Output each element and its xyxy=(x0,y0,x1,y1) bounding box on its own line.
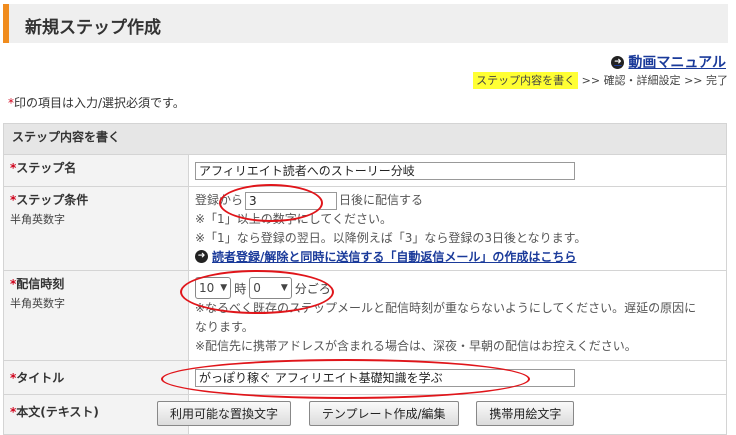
time-note-1: ※なるべく既存のステップメールと配信時刻が重ならないようにしてください。遅延の原… xyxy=(195,301,697,315)
section-title: ステップ内容を書く xyxy=(3,123,727,155)
time-note-2: ※配信先に携帯アドレスが含まれる場合は、深夜・早朝の配信はお控えください。 xyxy=(195,339,637,353)
step-done: 完了 xyxy=(706,74,728,87)
row-step-condition: *ステップ条件 半角英数字 登録から 日後に配信する ※「1」以上の数字にしてく… xyxy=(3,186,727,271)
step-sep: >> xyxy=(581,74,601,87)
chevron-down-icon: ▼ xyxy=(280,283,288,293)
step-name-input[interactable] xyxy=(195,161,575,180)
step-progress: ステップ内容を書く >> 確認・詳細設定 >> 完了 xyxy=(473,72,728,89)
step-confirm: 確認・詳細設定 xyxy=(603,74,681,87)
hour-select[interactable]: 10 ▼ xyxy=(195,277,232,299)
delivery-time-label: 配信時刻 xyxy=(16,277,65,291)
row-title: *タイトル xyxy=(3,360,727,395)
page-header: 新規ステップ作成 xyxy=(3,4,728,43)
replace-chars-button[interactable]: 利用可能な置換文字 xyxy=(157,401,292,426)
body-label: 本文(テキスト) xyxy=(16,405,99,419)
step-form: ステップ内容を書く *ステップ名 *ステップ条件 半角英数字 登録から 日後に配… xyxy=(3,123,727,435)
time-note-1b: なります。 xyxy=(195,320,254,334)
arrow-right-circle-icon: ➜ xyxy=(611,55,625,69)
minute-unit: 分ごろ xyxy=(294,281,331,296)
mobile-emoji-button[interactable]: 携帯用絵文字 xyxy=(476,401,575,426)
hour-value: 10 xyxy=(199,281,215,295)
step-sep: >> xyxy=(684,74,703,87)
step-current: ステップ内容を書く xyxy=(473,72,579,89)
video-manual-link[interactable]: ➜ 動画マニュアル xyxy=(611,52,726,72)
step-condition-label: ステップ条件 xyxy=(16,193,89,207)
chevron-down-icon: ▼ xyxy=(220,283,228,293)
condition-note-1: ※「1」以上の数字にしてください。 xyxy=(195,212,392,226)
minute-value: 0 xyxy=(253,281,261,295)
video-manual-label: 動画マニュアル xyxy=(628,55,726,71)
title-label: タイトル xyxy=(16,371,65,385)
hour-unit: 時 xyxy=(234,281,247,296)
minute-select[interactable]: 0 ▼ xyxy=(249,277,292,299)
condition-prefix: 登録から xyxy=(195,193,244,207)
condition-suffix: 日後に配信する xyxy=(339,193,424,207)
step-name-label: ステップ名 xyxy=(16,161,77,175)
step-condition-sub: 半角英数字 xyxy=(10,213,65,226)
auto-reply-link-label: 読者登録/解除と同時に送信する「自動返信メール」の作成はこちら xyxy=(212,250,577,264)
condition-note-2: ※「1」なら登録の翌日。以降例えば「3」なら登録の3日後となります。 xyxy=(195,231,587,245)
arrow-right-circle-icon: ➜ xyxy=(195,250,208,263)
required-note-text: 印の項目は入力/選択必須です。 xyxy=(14,96,185,110)
days-after-input[interactable] xyxy=(245,191,338,210)
title-input[interactable] xyxy=(195,368,575,387)
template-edit-button[interactable]: テンプレート作成/編集 xyxy=(308,401,459,426)
row-body: *本文(テキスト) 利用可能な置換文字 テンプレート作成/編集 携帯用絵文字 xyxy=(3,394,727,435)
required-note: *印の項目は入力/選択必須です。 xyxy=(8,94,185,111)
delivery-time-sub: 半角英数字 xyxy=(10,297,65,310)
auto-reply-link[interactable]: ➜ 読者登録/解除と同時に送信する「自動返信メール」の作成はこちら xyxy=(195,248,720,265)
page-title: 新規ステップ作成 xyxy=(25,18,161,38)
row-delivery-time: *配信時刻 半角英数字 10 ▼ 時 0 ▼ 分ごろ ※なるべく既存のステップメール… xyxy=(3,270,727,361)
row-step-name: *ステップ名 xyxy=(3,154,727,187)
